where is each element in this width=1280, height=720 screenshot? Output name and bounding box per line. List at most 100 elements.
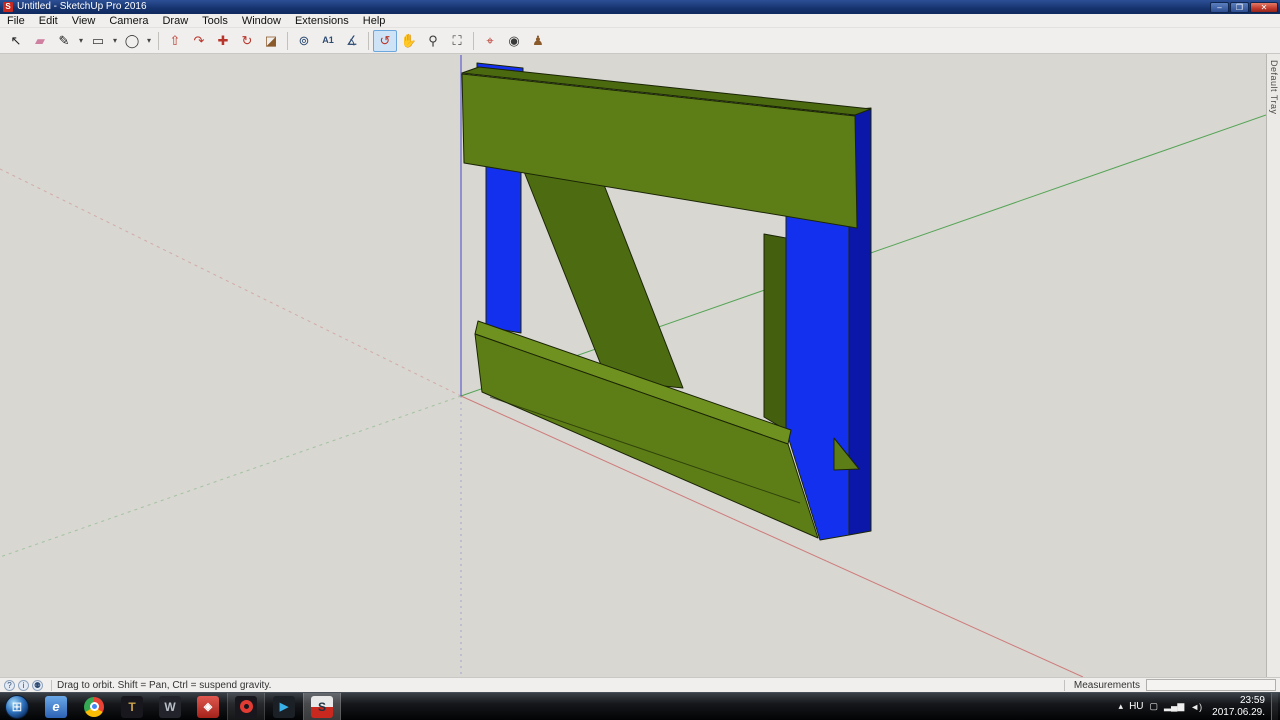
- position-camera-tool[interactable]: ⌖: [478, 30, 502, 52]
- close-button[interactable]: ✕: [1250, 1, 1278, 13]
- window-title: Untitled - SketchUp Pro 2016: [17, 1, 147, 12]
- sign-in-icon[interactable]: ⚉: [32, 679, 43, 691]
- opera-icon: [235, 695, 257, 718]
- geolocation-icon[interactable]: ?: [4, 679, 15, 691]
- taskbar-red-media-app[interactable]: ◈: [189, 693, 227, 720]
- opera-ring: [239, 700, 253, 713]
- paint-bucket-icon: ◪: [264, 33, 278, 48]
- measurements-label: Measurements: [1073, 679, 1140, 691]
- system-tray: ▴ HU ▢ ▂▄▆ ◄) 23:59 2017.06.29.: [1119, 692, 1280, 720]
- taskbar-opera[interactable]: [227, 692, 265, 720]
- start-button[interactable]: ⊞: [5, 694, 29, 719]
- window-controls: – ❐ ✕: [1210, 1, 1278, 13]
- chrome-core: [89, 702, 99, 711]
- eraser-tool[interactable]: ▰: [28, 30, 52, 52]
- text-icon: A1: [322, 35, 334, 45]
- taskbar-chrome[interactable]: [75, 693, 113, 720]
- shapes-tool[interactable]: ▭: [86, 30, 110, 52]
- select-tool[interactable]: ↖: [4, 30, 28, 52]
- text-tool[interactable]: A1: [316, 30, 340, 52]
- select-icon: ↖: [10, 33, 22, 48]
- hidden-icons-button[interactable]: ▴: [1119, 701, 1124, 712]
- pan-tool[interactable]: ✋: [397, 30, 421, 52]
- follow-me-tool[interactable]: ↷: [187, 30, 211, 52]
- move-tool[interactable]: ✚: [211, 30, 235, 52]
- chrome-icon: [84, 696, 104, 717]
- taskbar-sketchup[interactable]: S: [303, 692, 341, 720]
- sketchup-window: S Untitled - SketchUp Pro 2016 – ❐ ✕ Fil…: [0, 0, 1280, 720]
- taskbar-media-player[interactable]: ▶: [265, 693, 303, 720]
- menu-camera[interactable]: Camera: [102, 14, 155, 28]
- menu-window[interactable]: Window: [235, 14, 288, 28]
- show-desktop-button[interactable]: [1271, 692, 1278, 720]
- orbit-tool[interactable]: ↺: [373, 29, 397, 52]
- circle-tool-dropdown[interactable]: ▾: [144, 30, 154, 52]
- action-center-icon[interactable]: ▢: [1150, 701, 1159, 712]
- menu-edit[interactable]: Edit: [32, 14, 65, 28]
- minimize-button[interactable]: –: [1210, 1, 1229, 13]
- eraser-icon: ▰: [35, 33, 45, 48]
- taskbar-clock[interactable]: 23:59 2017.06.29.: [1208, 695, 1265, 718]
- look-around-icon: ◉: [508, 33, 520, 48]
- diagonal-brace-upper-end[interactable]: [763, 233, 787, 431]
- shapes-tool-dropdown[interactable]: ▾: [110, 30, 120, 52]
- walk-tool[interactable]: ♟: [526, 30, 550, 52]
- menu-bar: File Edit View Camera Draw Tools Window …: [0, 14, 1280, 28]
- default-tray-tab[interactable]: Default Tray: [1266, 54, 1280, 677]
- menu-file[interactable]: File: [0, 14, 32, 28]
- app-icon: S: [3, 2, 13, 12]
- zoom-extents-tool[interactable]: ⛶: [445, 30, 469, 52]
- media-player-icon: ▶: [273, 695, 295, 718]
- line-tool[interactable]: ✎: [52, 30, 76, 52]
- pencil-icon: ✎: [58, 33, 70, 48]
- taskbar-wargaming-center[interactable]: W: [151, 693, 189, 720]
- protractor-tool[interactable]: ∡: [340, 30, 364, 52]
- model-canvas[interactable]: [0, 54, 1266, 677]
- taskbar-internet-explorer[interactable]: e: [37, 693, 75, 720]
- rotate-icon: ↻: [241, 33, 253, 48]
- menu-extensions[interactable]: Extensions: [288, 14, 356, 28]
- menu-view[interactable]: View: [65, 14, 103, 28]
- measurements-input[interactable]: [1146, 679, 1276, 691]
- status-bar: ? i ⚉ Drag to orbit. Shift = Pan, Ctrl =…: [0, 677, 1280, 692]
- push-pull-icon: ⇧: [169, 33, 181, 48]
- maximize-button[interactable]: ❐: [1230, 1, 1249, 13]
- internet-explorer-icon: e: [45, 695, 67, 718]
- line-tool-dropdown[interactable]: ▾: [76, 30, 86, 52]
- left-post-front-face[interactable]: [485, 159, 522, 334]
- position-camera-icon: ⌖: [486, 33, 494, 48]
- network-icon[interactable]: ▂▄▆: [1164, 701, 1184, 712]
- rectangle-icon: ▭: [91, 33, 105, 48]
- look-around-tool[interactable]: ◉: [502, 30, 526, 52]
- credits-icon[interactable]: i: [18, 679, 29, 691]
- rotate-tool[interactable]: ↻: [235, 30, 259, 52]
- menu-help[interactable]: Help: [356, 14, 393, 28]
- model[interactable]: [461, 62, 872, 541]
- circle-icon: ◯: [124, 33, 140, 48]
- menu-tools[interactable]: Tools: [195, 14, 235, 28]
- taskbar-world-of-tanks[interactable]: T: [113, 693, 151, 720]
- zoom-tool[interactable]: ⚲: [421, 30, 445, 52]
- default-tray-label: Default Tray: [1269, 60, 1279, 115]
- toolbar-separator: [287, 31, 288, 50]
- zoom-extents-icon: ⛶: [452, 33, 462, 48]
- zoom-icon: ⚲: [428, 33, 438, 48]
- toolbar-separator: [158, 31, 159, 50]
- follow-me-icon: ↷: [193, 33, 205, 48]
- volume-icon[interactable]: ◄): [1190, 702, 1202, 712]
- model-viewport[interactable]: Default Tray: [0, 54, 1280, 677]
- walk-icon: ♟: [532, 33, 544, 48]
- circle-tool[interactable]: ◯: [120, 30, 144, 52]
- menu-draw[interactable]: Draw: [155, 14, 195, 28]
- windows-taskbar: ⊞ e T W ◈ ▶ S ▴ HU ▢ ▂▄▆ ◄) 23:59 2017.0…: [0, 692, 1280, 720]
- pan-hand-icon: ✋: [400, 33, 418, 48]
- language-indicator[interactable]: HU: [1129, 701, 1143, 712]
- red-axis-negative: [0, 168, 462, 397]
- clock-time: 23:59: [1239, 695, 1265, 706]
- push-pull-tool[interactable]: ⇧: [163, 30, 187, 52]
- tape-measure-tool[interactable]: ⊚: [292, 30, 316, 52]
- status-hint: Drag to orbit. Shift = Pan, Ctrl = suspe…: [57, 679, 272, 691]
- wargaming-icon: W: [159, 695, 181, 718]
- paint-bucket-tool[interactable]: ◪: [259, 30, 283, 52]
- chrome-dot: [91, 704, 97, 709]
